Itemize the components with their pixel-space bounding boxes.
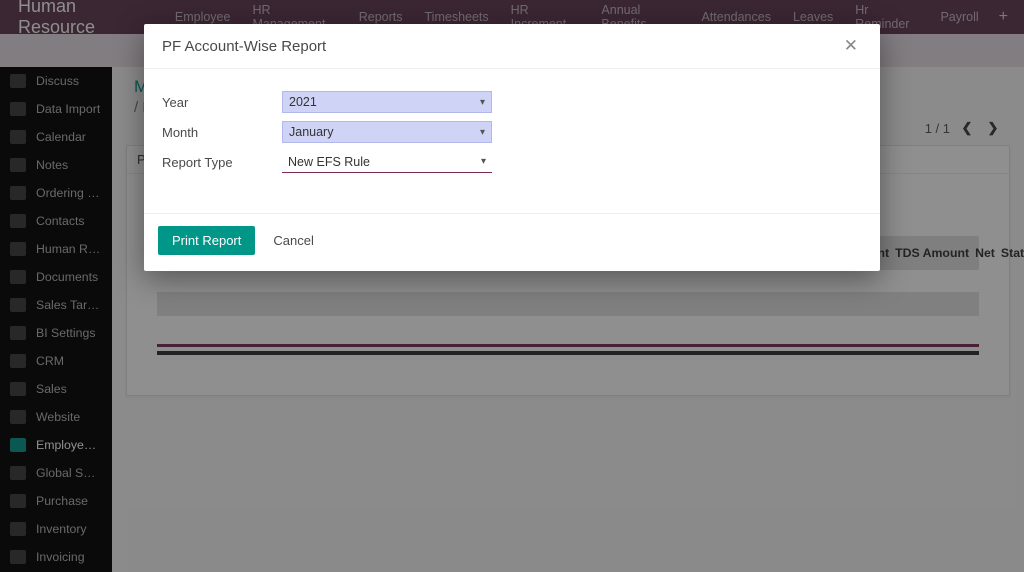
cancel-button[interactable]: Cancel	[273, 233, 313, 248]
select-year[interactable]: 2021 ▾	[282, 91, 492, 113]
select-year-value: 2021	[289, 95, 317, 109]
select-report-type-value: New EFS Rule	[288, 155, 370, 169]
label-month: Month	[162, 125, 282, 140]
modal-overlay: PF Account-Wise Report ✕ Year 2021 ▾ Mon…	[0, 0, 1024, 572]
modal-pf-report: PF Account-Wise Report ✕ Year 2021 ▾ Mon…	[144, 24, 880, 271]
chevron-down-icon: ▾	[481, 156, 486, 167]
select-month[interactable]: January ▾	[282, 121, 492, 143]
print-report-button[interactable]: Print Report	[158, 226, 255, 255]
chevron-down-icon: ▾	[480, 127, 485, 138]
chevron-down-icon: ▾	[480, 97, 485, 108]
select-report-type[interactable]: New EFS Rule ▾	[282, 151, 492, 173]
modal-title: PF Account-Wise Report	[162, 38, 840, 55]
label-report-type: Report Type	[162, 155, 282, 170]
close-icon[interactable]: ✕	[840, 36, 862, 56]
label-year: Year	[162, 95, 282, 110]
select-month-value: January	[289, 125, 333, 139]
